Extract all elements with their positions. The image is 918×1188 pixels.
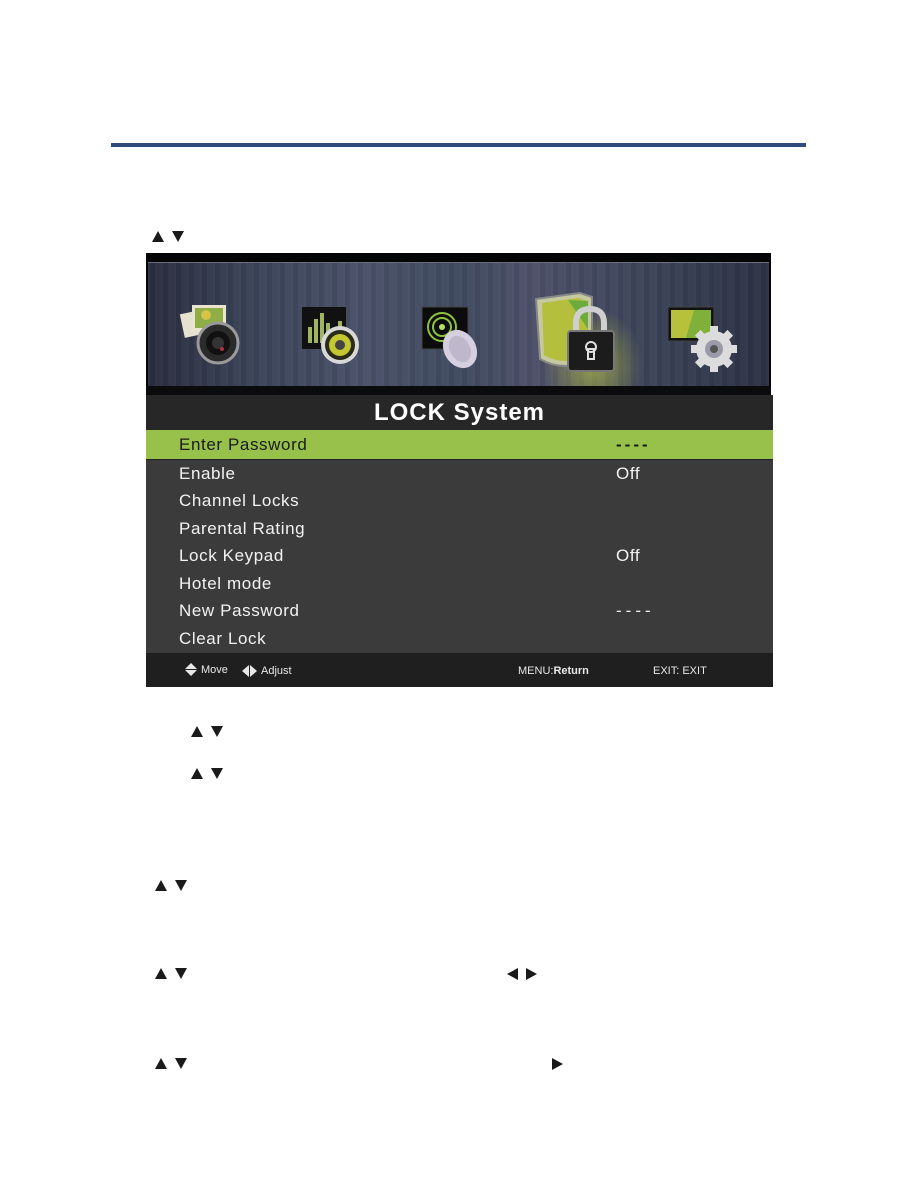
adjust-label: Adjust — [261, 665, 292, 677]
menu-item-label: Parental Rating — [179, 518, 306, 538]
menu-item-parental-rating[interactable]: Parental Rating — [146, 515, 773, 543]
up-arrow-icon — [191, 726, 203, 737]
menu-item-value: Off — [616, 546, 641, 566]
up-down-arrows — [152, 231, 184, 242]
menu-item-label: Hotel mode — [179, 573, 272, 593]
instruction-arrows-2 — [191, 768, 223, 779]
instruction-arrows-5 — [155, 1058, 187, 1069]
menu-item-enable[interactable]: Enable Off — [146, 460, 773, 488]
up-arrow-icon — [152, 231, 164, 242]
satellite-dish-icon[interactable] — [420, 305, 490, 375]
instruction-arrows-1 — [191, 726, 223, 737]
menu-item-label: Lock Keypad — [179, 546, 284, 566]
menu-item-lock-keypad[interactable]: Lock Keypad Off — [146, 543, 773, 571]
right-arrow-icon — [526, 968, 537, 980]
menu-item-label: Enter Password — [179, 434, 308, 454]
up-down-icon — [185, 663, 197, 676]
up-arrow-icon — [155, 880, 167, 891]
menu-item-new-password[interactable]: New Password ---- — [146, 598, 773, 626]
down-arrow-icon — [175, 1058, 187, 1069]
down-arrow-icon — [175, 968, 187, 979]
menu-return-hint: MENU: Return — [518, 665, 589, 677]
down-arrow-icon — [211, 726, 223, 737]
menu-item-label: New Password — [179, 601, 300, 621]
photo-camera-icon[interactable] — [178, 301, 248, 371]
instruction-arrows-4 — [155, 968, 187, 979]
menu-item-label: Enable — [179, 463, 236, 483]
left-right-icon — [242, 665, 257, 677]
adjust-hint: Adjust — [242, 665, 292, 677]
right-arrow-icon — [552, 1058, 563, 1070]
monitor-gear-icon[interactable] — [666, 305, 746, 375]
menu-item-value: ---- — [616, 434, 651, 454]
up-arrow-icon — [191, 768, 203, 779]
menu-item-value: ---- — [616, 601, 655, 621]
down-arrow-icon — [211, 768, 223, 779]
move-hint: Move — [185, 663, 228, 676]
up-arrow-icon — [155, 968, 167, 979]
menu-item-clear-lock[interactable]: Clear Lock — [146, 625, 773, 653]
menu-item-label: Channel Locks — [179, 491, 300, 511]
instruction-arrows-4-lr — [507, 968, 537, 980]
menu-item-value: Off — [616, 463, 641, 483]
move-label: Move — [201, 663, 228, 676]
menu-footer-hints: Move Adjust MENU: Return EXIT: EXIT — [146, 653, 773, 687]
instruction-arrows-3 — [155, 880, 187, 891]
exit-hint: EXIT: EXIT — [653, 665, 707, 677]
header-rule — [111, 143, 806, 147]
tv-menu-icon-banner — [146, 253, 771, 396]
menu-item-enter-password[interactable]: Enter Password ---- — [146, 430, 773, 460]
lock-system-menu: LOCK System Enter Password ---- Enable O… — [146, 395, 773, 687]
instruction-arrows-5-r — [552, 1058, 563, 1070]
exit-label: EXIT: EXIT — [653, 665, 707, 677]
up-arrow-icon — [155, 1058, 167, 1069]
speaker-equalizer-icon[interactable] — [300, 305, 370, 375]
menu-item-channel-locks[interactable]: Channel Locks — [146, 488, 773, 516]
down-arrow-icon — [172, 231, 184, 242]
shield-padlock-icon[interactable] — [530, 289, 630, 381]
menu-item-label: Clear Lock — [179, 628, 267, 648]
menu-title: LOCK System — [146, 395, 773, 430]
menu-key-label: MENU: — [518, 665, 554, 677]
menu-action-label: Return — [553, 665, 589, 677]
menu-item-hotel-mode[interactable]: Hotel mode — [146, 570, 773, 598]
left-arrow-icon — [507, 968, 518, 980]
down-arrow-icon — [175, 880, 187, 891]
